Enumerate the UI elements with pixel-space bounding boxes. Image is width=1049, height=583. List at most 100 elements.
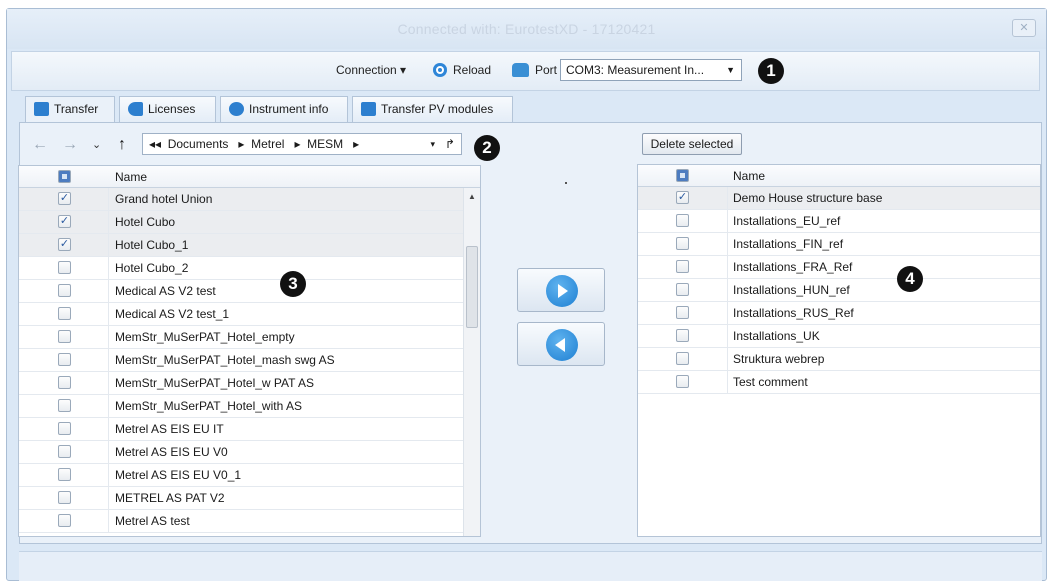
- tab-transfer[interactable]: Transfer: [25, 96, 115, 124]
- port-value: COM3: Measurement In...: [566, 63, 705, 77]
- row-name: Metrel AS test: [115, 514, 190, 528]
- checkbox-cell: [19, 326, 109, 348]
- callout-3: 3: [280, 271, 306, 297]
- row-checkbox[interactable]: ✓: [58, 238, 71, 251]
- row-checkbox[interactable]: ✓: [676, 191, 689, 204]
- row-checkbox[interactable]: [58, 376, 71, 389]
- row-checkbox[interactable]: [58, 514, 71, 527]
- row-checkbox[interactable]: [676, 237, 689, 250]
- row-checkbox[interactable]: [58, 468, 71, 481]
- row-checkbox[interactable]: [676, 260, 689, 273]
- table-row[interactable]: Metrel AS EIS EU IT: [19, 418, 464, 441]
- table-row[interactable]: Struktura webrep: [638, 348, 1040, 371]
- tab-licenses[interactable]: Licenses: [119, 96, 216, 122]
- checkbox-cell: [638, 325, 728, 347]
- table-row[interactable]: ✓ Hotel Cubo_1: [19, 234, 464, 257]
- chevron-down-icon[interactable]: ▾: [430, 134, 435, 154]
- table-row[interactable]: Metrel AS EIS EU V0: [19, 441, 464, 464]
- table-row[interactable]: MemStr_MuSerPAT_Hotel_with AS: [19, 395, 464, 418]
- info-icon: [229, 102, 244, 116]
- row-checkbox[interactable]: [676, 329, 689, 342]
- refresh-icon[interactable]: ↱: [445, 134, 455, 154]
- table-row[interactable]: Hotel Cubo_2: [19, 257, 464, 280]
- connection-menu[interactable]: Connection ▾: [336, 63, 406, 77]
- table-row[interactable]: Installations_EU_ref: [638, 210, 1040, 233]
- up-arrow-icon[interactable]: ↑: [118, 136, 126, 154]
- breadcrumb-item[interactable]: MESM: [307, 137, 343, 151]
- table-row[interactable]: METREL AS PAT V2: [19, 487, 464, 510]
- row-checkbox[interactable]: [58, 284, 71, 297]
- table-row[interactable]: Installations_RUS_Ref: [638, 302, 1040, 325]
- row-checkbox[interactable]: [58, 330, 71, 343]
- table-row[interactable]: MemStr_MuSerPAT_Hotel_w PAT AS: [19, 372, 464, 395]
- window-title: Connected with: EurotestXD - 17120421: [397, 21, 656, 37]
- back-arrow-icon[interactable]: ←: [32, 136, 48, 154]
- table-row[interactable]: MemStr_MuSerPAT_Hotel_empty: [19, 326, 464, 349]
- tab-transfer-pv-modules[interactable]: Transfer PV modules: [352, 96, 513, 122]
- select-all-checkbox[interactable]: [676, 169, 689, 182]
- row-checkbox[interactable]: [58, 307, 71, 320]
- scrollbar-thumb[interactable]: [466, 246, 478, 328]
- transfer-to-instrument-button[interactable]: [517, 268, 605, 312]
- row-checkbox[interactable]: [58, 422, 71, 435]
- row-checkbox[interactable]: [58, 399, 71, 412]
- column-header-name[interactable]: Name: [733, 169, 765, 183]
- table-row[interactable]: MemStr_MuSerPAT_Hotel_mash swg AS: [19, 349, 464, 372]
- row-name: MemStr_MuSerPAT_Hotel_w PAT AS: [115, 376, 314, 390]
- title-bar: Connected with: EurotestXD - 17120421 ✕: [7, 9, 1046, 49]
- table-row[interactable]: ✓ Demo House structure base: [638, 187, 1040, 210]
- table-row[interactable]: ✓ Hotel Cubo: [19, 211, 464, 234]
- row-name: Installations_HUN_ref: [733, 283, 850, 297]
- connection-toolbar: Connection ▾ Reload Port COM3: Measureme…: [11, 51, 1040, 91]
- table-row[interactable]: Test comment: [638, 371, 1040, 394]
- forward-arrow-icon[interactable]: →: [62, 136, 78, 154]
- breadcrumb-item[interactable]: Metrel: [251, 137, 284, 151]
- table-row[interactable]: Installations_FRA_Ref: [638, 256, 1040, 279]
- scroll-up-icon[interactable]: ▲: [468, 192, 476, 201]
- row-checkbox[interactable]: [676, 375, 689, 388]
- table-row[interactable]: Installations_UK: [638, 325, 1040, 348]
- column-header-name[interactable]: Name: [115, 170, 147, 184]
- table-row[interactable]: Medical AS V2 test_1: [19, 303, 464, 326]
- row-checkbox[interactable]: [676, 283, 689, 296]
- tab-instrument-info[interactable]: Instrument info: [220, 96, 348, 122]
- separator-dot: [565, 182, 567, 184]
- reload-button[interactable]: Reload: [433, 63, 491, 77]
- checkbox-cell: [638, 210, 728, 232]
- table-row[interactable]: Metrel AS test: [19, 510, 464, 533]
- table-row[interactable]: ✓ Grand hotel Union: [19, 188, 464, 211]
- row-name: Grand hotel Union: [115, 192, 213, 206]
- table-row[interactable]: Metrel AS EIS EU V0_1: [19, 464, 464, 487]
- delete-selected-button[interactable]: Delete selected: [642, 133, 742, 155]
- row-checkbox[interactable]: [58, 353, 71, 366]
- chevron-down-icon: ▼: [726, 65, 735, 75]
- close-icon[interactable]: ✕: [1012, 19, 1036, 37]
- row-checkbox[interactable]: [58, 261, 71, 274]
- row-checkbox[interactable]: [58, 445, 71, 458]
- row-checkbox[interactable]: ✓: [58, 192, 71, 205]
- table-row[interactable]: Installations_HUN_ref: [638, 279, 1040, 302]
- row-checkbox[interactable]: [58, 491, 71, 504]
- breadcrumb-item[interactable]: Documents: [168, 137, 229, 151]
- transfer-to-pc-button[interactable]: [517, 322, 605, 366]
- checkbox-cell: [19, 303, 109, 325]
- row-checkbox[interactable]: ✓: [58, 215, 71, 228]
- row-checkbox[interactable]: [676, 306, 689, 319]
- checkbox-cell: [638, 233, 728, 255]
- row-checkbox[interactable]: [676, 214, 689, 227]
- select-all-checkbox[interactable]: [58, 170, 71, 183]
- row-checkbox[interactable]: [676, 352, 689, 365]
- port-label: Port: [535, 63, 558, 77]
- vertical-scrollbar[interactable]: ▲ ▼: [463, 188, 480, 536]
- callout-4: 4: [897, 266, 923, 292]
- checkbox-cell: [638, 279, 728, 301]
- table-row[interactable]: Installations_FIN_ref: [638, 233, 1040, 256]
- reload-label: Reload: [453, 63, 492, 77]
- arrow-right-icon: [546, 275, 578, 307]
- table-row[interactable]: Medical AS V2 test: [19, 280, 464, 303]
- chevron-down-icon[interactable]: ⌄: [92, 138, 101, 151]
- port-select[interactable]: COM3: Measurement In... ▼: [560, 59, 742, 81]
- breadcrumb[interactable]: ◂◂ Documents ▸ Metrel ▸ MESM ▸ ▾ ↱: [142, 133, 462, 155]
- row-name: METREL AS PAT V2: [115, 491, 225, 505]
- tab-label: Transfer: [54, 102, 99, 116]
